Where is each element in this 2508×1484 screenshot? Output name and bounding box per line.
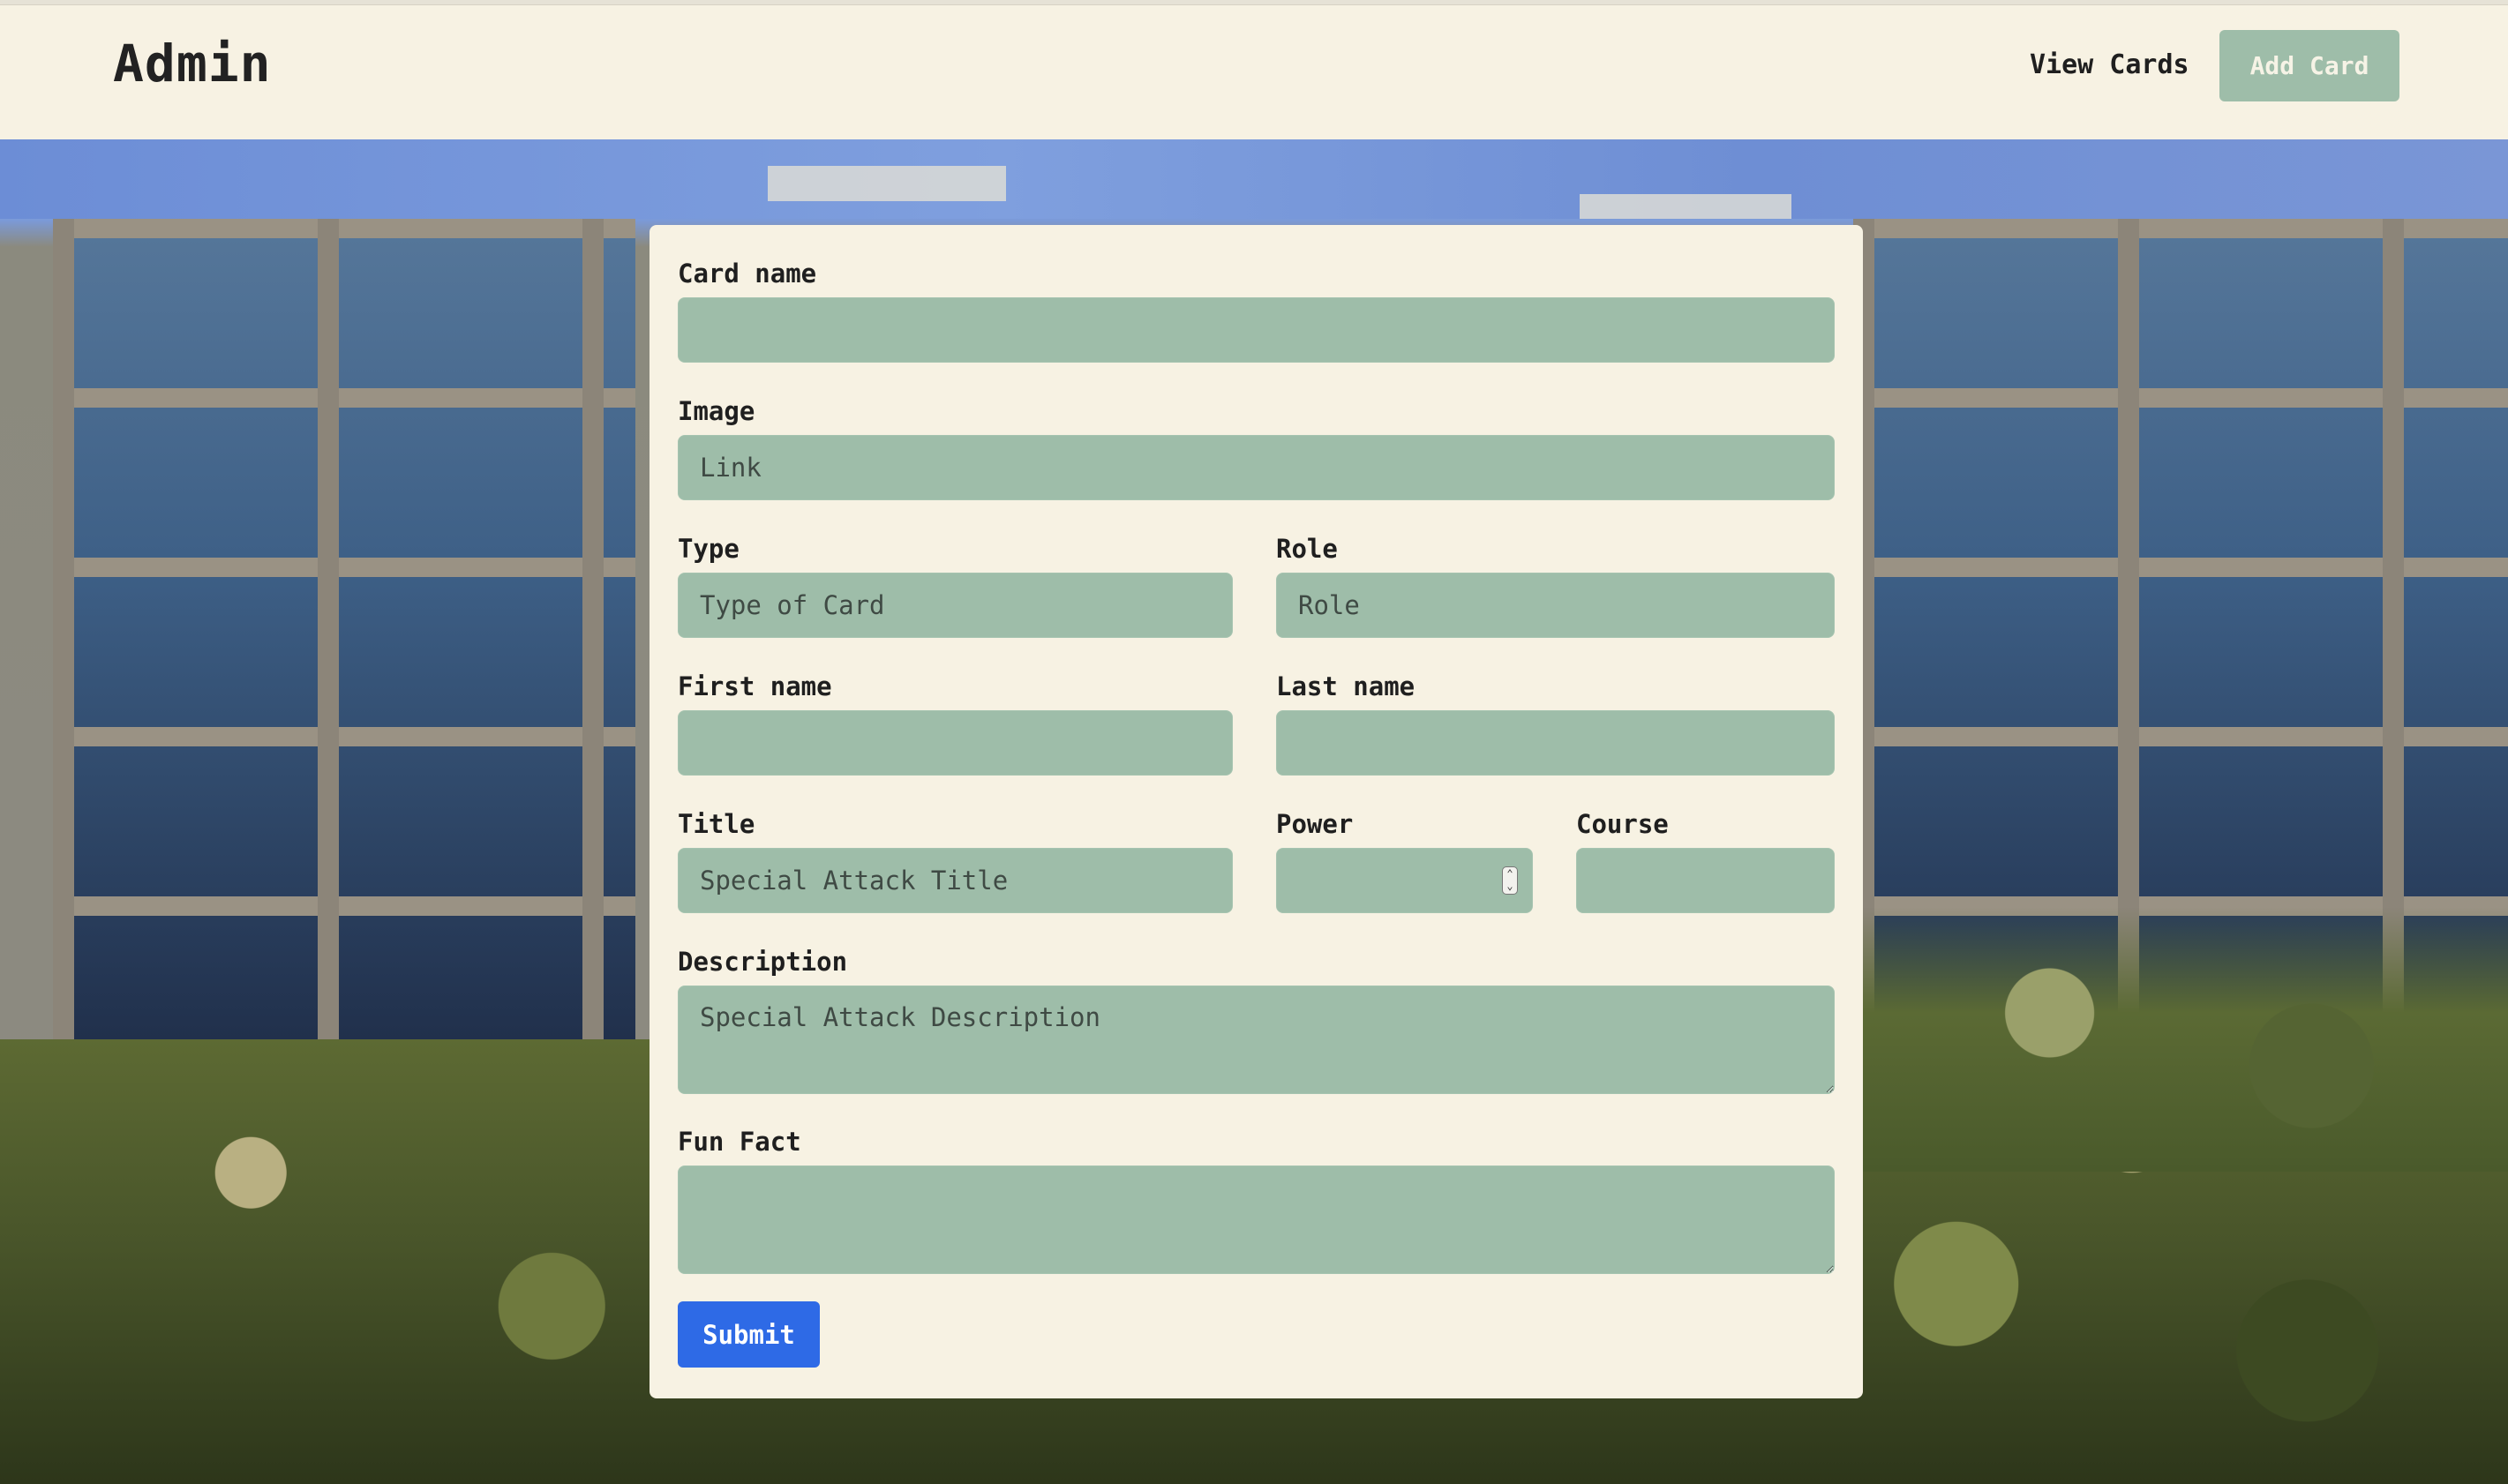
first-name-input[interactable] (678, 710, 1233, 776)
course-label: Course (1576, 809, 1669, 839)
first-name-label: First name (678, 671, 832, 701)
add-card-form: Card name Image Type Role First name Las… (650, 225, 1863, 1398)
building-left (53, 219, 635, 1101)
image-link-input[interactable] (678, 435, 1835, 500)
title-label: Title (678, 809, 755, 839)
cloud (1580, 194, 1791, 219)
last-name-input[interactable] (1276, 710, 1835, 776)
type-input[interactable] (678, 573, 1233, 638)
brand-title: Admin (113, 34, 272, 94)
sky (0, 139, 2508, 219)
role-input[interactable] (1276, 573, 1835, 638)
view-cards-link[interactable]: View Cards (2030, 49, 2189, 80)
number-stepper-icon[interactable]: ⌃ ⌄ (1502, 866, 1518, 895)
description-label: Description (678, 947, 848, 977)
description-textarea[interactable] (678, 986, 1835, 1094)
submit-button[interactable]: Submit (678, 1301, 820, 1368)
course-input[interactable] (1576, 848, 1835, 913)
type-label: Type (678, 534, 740, 564)
title-input[interactable] (678, 848, 1233, 913)
app-header: Admin View Cards Add Card (0, 5, 2508, 139)
role-label: Role (1276, 534, 1338, 564)
power-label: Power (1276, 809, 1354, 839)
cloud (768, 166, 1006, 201)
add-card-button[interactable]: Add Card (2219, 30, 2399, 101)
power-input[interactable]: ⌃ ⌄ (1276, 848, 1533, 913)
foliage-right (1853, 907, 2508, 1172)
last-name-label: Last name (1276, 671, 1415, 701)
fun-fact-label: Fun Fact (678, 1127, 801, 1157)
card-name-input[interactable] (678, 297, 1835, 363)
fun-fact-textarea[interactable] (678, 1165, 1835, 1274)
card-name-label: Card name (678, 259, 817, 289)
image-label: Image (678, 396, 755, 426)
